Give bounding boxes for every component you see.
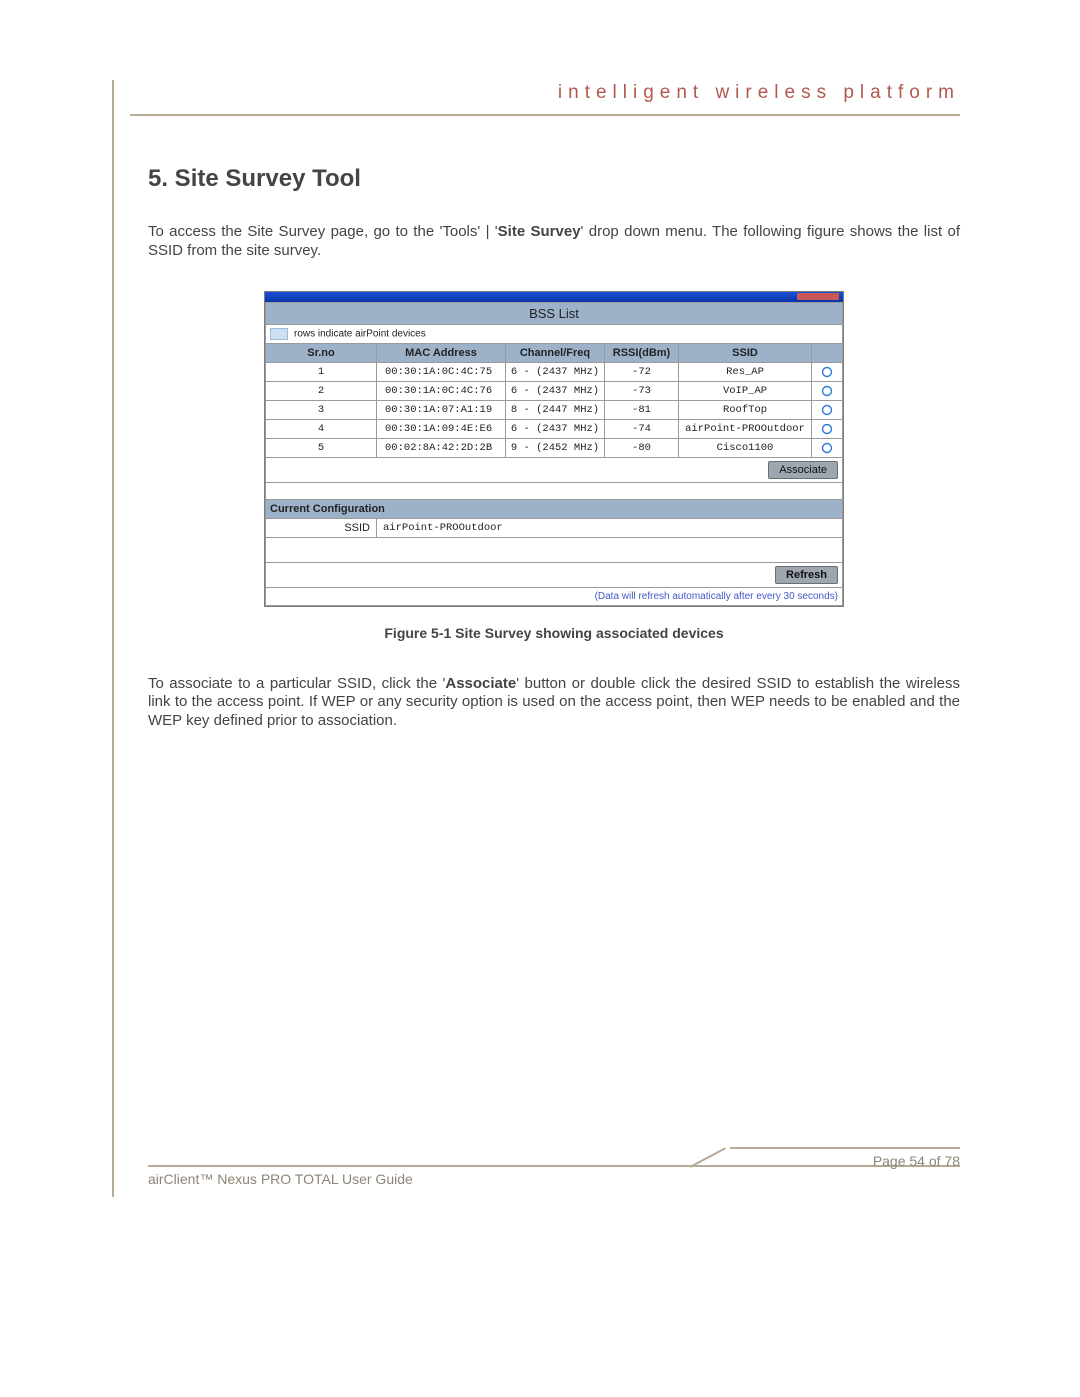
refresh-note: (Data will refresh automatically after e…: [266, 587, 843, 605]
figure-caption: Figure 5-1 Site Survey showing associate…: [148, 625, 960, 641]
radio-select[interactable]: [812, 419, 843, 438]
footer-guide-name: airClient™ Nexus PRO TOTAL User Guide: [148, 1171, 413, 1187]
radio-select[interactable]: [812, 381, 843, 400]
table-row[interactable]: 5 00:02:8A:42:2D:2B 9 - (2452 MHz) -80 C…: [266, 438, 843, 457]
intro-paragraph: To access the Site Survey page, go to th…: [148, 223, 960, 261]
radio-select[interactable]: [812, 438, 843, 457]
col-ssid: SSID: [679, 343, 812, 362]
current-ssid-label: SSID: [266, 518, 377, 537]
table-row[interactable]: 1 00:30:1A:0C:4C:75 6 - (2437 MHz) -72 R…: [266, 362, 843, 381]
header-tagline: intelligent wireless platform: [558, 82, 960, 103]
col-mac: MAC Address: [377, 343, 506, 362]
page-footer: airClient™ Nexus PRO TOTAL User Guide Pa…: [148, 1165, 960, 1187]
window-control-icons: [809, 293, 839, 300]
footer-page-number: Page 54 of 78: [873, 1153, 960, 1169]
radio-select[interactable]: [812, 362, 843, 381]
current-ssid-value: airPoint-PROOutdoor: [377, 518, 843, 537]
col-select: [812, 343, 843, 362]
legend-swatch-icon: [270, 328, 288, 340]
col-rssi: RSSI(dBm): [605, 343, 679, 362]
refresh-button[interactable]: Refresh: [775, 566, 838, 584]
table-row[interactable]: 3 00:30:1A:07:A1:19 8 - (2447 MHz) -81 R…: [266, 400, 843, 419]
left-margin-rule: [112, 80, 114, 1197]
col-chan: Channel/Freq: [506, 343, 605, 362]
page-header: intelligent wireless platform: [130, 82, 960, 116]
current-config-header: Current Configuration: [266, 499, 843, 518]
col-srno: Sr.no: [266, 343, 377, 362]
table-row[interactable]: 4 00:30:1A:09:4E:E6 6 - (2437 MHz) -74 a…: [266, 419, 843, 438]
site-survey-figure: BSS List rows indicate airPoint devices …: [264, 291, 844, 607]
bss-list-title: BSS List: [266, 302, 843, 324]
radio-select[interactable]: [812, 400, 843, 419]
section-title: 5. Site Survey Tool: [148, 165, 960, 193]
associate-paragraph: To associate to a particular SSID, click…: [148, 675, 960, 731]
table-row[interactable]: 2 00:30:1A:0C:4C:76 6 - (2437 MHz) -73 V…: [266, 381, 843, 400]
legend-row: rows indicate airPoint devices: [266, 324, 843, 343]
associate-button[interactable]: Associate: [768, 461, 838, 479]
window-title-bar: [265, 292, 843, 302]
